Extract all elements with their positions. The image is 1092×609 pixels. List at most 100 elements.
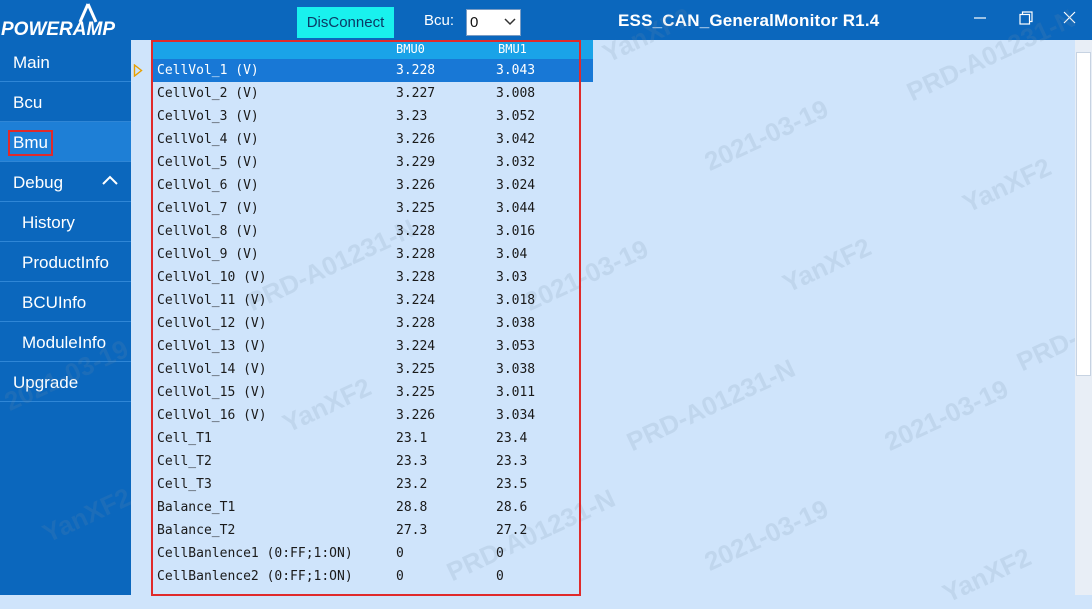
table-row[interactable]: CellVol_16 (V) 3.226 3.034 <box>153 404 593 427</box>
bmu0-cell: 3.228 <box>396 247 436 262</box>
sidebar-item-bcu[interactable]: Bcu <box>0 82 131 122</box>
row-label: CellVol_13 (V) <box>157 339 267 354</box>
bmu0-cell: 3.226 <box>396 132 436 147</box>
bcu-select-value: 0 <box>470 14 479 31</box>
watermark-text: YanXF2 <box>957 151 1056 219</box>
bmu0-cell: 0 <box>396 569 404 584</box>
table-row[interactable]: CellBanlence1 (0:FF;1:ON) 0 0 <box>153 542 593 565</box>
bmu1-cell: 3.011 <box>496 385 536 400</box>
table-row[interactable]: CellVol_12 (V) 3.228 3.038 <box>153 312 593 335</box>
table-row[interactable]: Balance_T1 28.8 28.6 <box>153 496 593 519</box>
row-label: CellVol_12 (V) <box>157 316 267 331</box>
bmu0-cell: 3.224 <box>396 339 436 354</box>
row-label: CellVol_4 (V) <box>157 132 259 147</box>
bmu1-cell: 0 <box>496 546 504 561</box>
bmu1-cell: 3.024 <box>496 178 536 193</box>
row-label: Cell_T3 <box>157 477 212 492</box>
sidebar-item-bmu[interactable]: Bmu <box>0 122 131 162</box>
bmu0-cell: 3.229 <box>396 155 436 170</box>
bmu1-cell: 23.5 <box>496 477 528 492</box>
row-label: CellVol_5 (V) <box>157 155 259 170</box>
bmu1-cell: 0 <box>496 569 504 584</box>
bmu0-cell: 3.226 <box>396 178 436 193</box>
table-row[interactable]: Cell_T3 23.2 23.5 <box>153 473 593 496</box>
table-row[interactable]: CellVol_15 (V) 3.225 3.011 <box>153 381 593 404</box>
bmu0-cell: 3.226 <box>396 408 436 423</box>
table-row[interactable]: CellVol_7 (V) 3.225 3.044 <box>153 197 593 220</box>
logo-text: POWERAMP <box>1 19 115 40</box>
window-title: ESS_CAN_GeneralMonitor R1.4 <box>618 11 880 30</box>
sidebar-item-history[interactable]: History <box>0 202 131 242</box>
row-header-strip <box>131 40 153 595</box>
bmu0-cell: 3.225 <box>396 362 436 377</box>
sidebar-item-bcuinfo[interactable]: BCUInfo <box>0 282 131 322</box>
poweramp-logo: POWERAMP <box>0 0 131 42</box>
bmu0-cell: 3.225 <box>396 385 436 400</box>
bcu-label: Bcu: <box>424 12 455 29</box>
bmu0-cell: 3.228 <box>396 270 436 285</box>
table-row[interactable]: CellVol_13 (V) 3.224 3.053 <box>153 335 593 358</box>
table-row[interactable]: CellVol_6 (V) 3.226 3.024 <box>153 174 593 197</box>
bmu0-cell: 27.3 <box>396 523 428 538</box>
table-row[interactable]: CellVol_11 (V) 3.224 3.018 <box>153 289 593 312</box>
row-label: CellVol_7 (V) <box>157 201 259 216</box>
table-row[interactable]: CellVol_5 (V) 3.229 3.032 <box>153 151 593 174</box>
table-row[interactable]: CellVol_1 (V) 3.228 3.043 <box>153 59 593 82</box>
table-row[interactable]: CellVol_10 (V) 3.228 3.03 <box>153 266 593 289</box>
table-row[interactable]: Cell_T2 23.3 23.3 <box>153 450 593 473</box>
restore-button[interactable] <box>1003 0 1049 40</box>
bcu-select[interactable]: 0 <box>466 9 521 36</box>
table-row[interactable]: CellVol_14 (V) 3.225 3.038 <box>153 358 593 381</box>
row-label: CellBanlence2 (0:FF;1:ON) <box>157 569 353 584</box>
sidebar-item-main[interactable]: Main <box>0 42 131 82</box>
sidebar-item-label: Debug <box>13 173 64 192</box>
watermark-text: YanXF2 <box>777 231 876 299</box>
table-row[interactable]: CellVol_9 (V) 3.228 3.04 <box>153 243 593 266</box>
column-header-bmu0: BMU0 <box>396 42 425 56</box>
table-row[interactable]: CellVol_2 (V) 3.227 3.008 <box>153 82 593 105</box>
row-pointer-icon <box>133 63 143 82</box>
minimize-button[interactable] <box>957 0 1003 40</box>
bmu1-cell: 3.038 <box>496 362 536 377</box>
row-label: Balance_T1 <box>157 500 236 515</box>
table-row[interactable]: CellVol_8 (V) 3.228 3.016 <box>153 220 593 243</box>
bmu0-cell: 23.1 <box>396 431 428 446</box>
table-row[interactable]: CellVol_3 (V) 3.23 3.052 <box>153 105 593 128</box>
bmu0-cell: 3.225 <box>396 201 436 216</box>
table-row[interactable]: CellVol_4 (V) 3.226 3.042 <box>153 128 593 151</box>
bmu1-cell: 3.008 <box>496 86 536 101</box>
table-row[interactable]: Balance_T2 27.3 27.2 <box>153 519 593 542</box>
row-label: CellVol_10 (V) <box>157 270 267 285</box>
bmu1-cell: 3.034 <box>496 408 536 423</box>
grid-header-row: BMU0 BMU1 <box>153 40 593 59</box>
chevron-down-icon <box>504 12 516 35</box>
row-label: CellVol_16 (V) <box>157 408 267 423</box>
bmu0-cell: 23.3 <box>396 454 428 469</box>
sidebar-item-productinfo[interactable]: ProductInfo <box>0 242 131 282</box>
sidebar-item-label: Main <box>13 53 50 72</box>
table-row[interactable]: CellBanlence2 (0:FF;1:ON) 0 0 <box>153 565 593 588</box>
bmu1-cell: 3.018 <box>496 293 536 308</box>
title-bar <box>0 0 1092 40</box>
scrollbar-thumb[interactable] <box>1076 52 1091 376</box>
sidebar-item-label: ModuleInfo <box>22 333 107 352</box>
bmu1-cell: 3.03 <box>496 270 528 285</box>
table-row[interactable]: Cell_T1 23.1 23.4 <box>153 427 593 450</box>
minimize-icon <box>974 11 986 29</box>
bmu0-cell: 3.227 <box>396 86 436 101</box>
bmu0-cell: 3.228 <box>396 224 436 239</box>
disconnect-button[interactable]: DisConnect <box>297 7 394 38</box>
sidebar-item-moduleinfo[interactable]: ModuleInfo <box>0 322 131 362</box>
bmu0-cell: 28.8 <box>396 500 428 515</box>
bmu0-cell: 23.2 <box>396 477 428 492</box>
watermark-text: 2021-03-19 <box>879 373 1013 457</box>
row-label: CellVol_8 (V) <box>157 224 259 239</box>
sidebar: Main Bcu Bmu Debug History ProductInfo B… <box>0 40 131 595</box>
row-label: CellVol_1 (V) <box>157 63 259 78</box>
row-label: Cell_T1 <box>157 431 212 446</box>
bmu1-cell: 3.042 <box>496 132 536 147</box>
close-button[interactable] <box>1046 0 1092 40</box>
watermark-text: 2021-03-19 <box>699 493 833 577</box>
sidebar-item-debug[interactable]: Debug <box>0 162 131 202</box>
sidebar-item-upgrade[interactable]: Upgrade <box>0 362 131 402</box>
